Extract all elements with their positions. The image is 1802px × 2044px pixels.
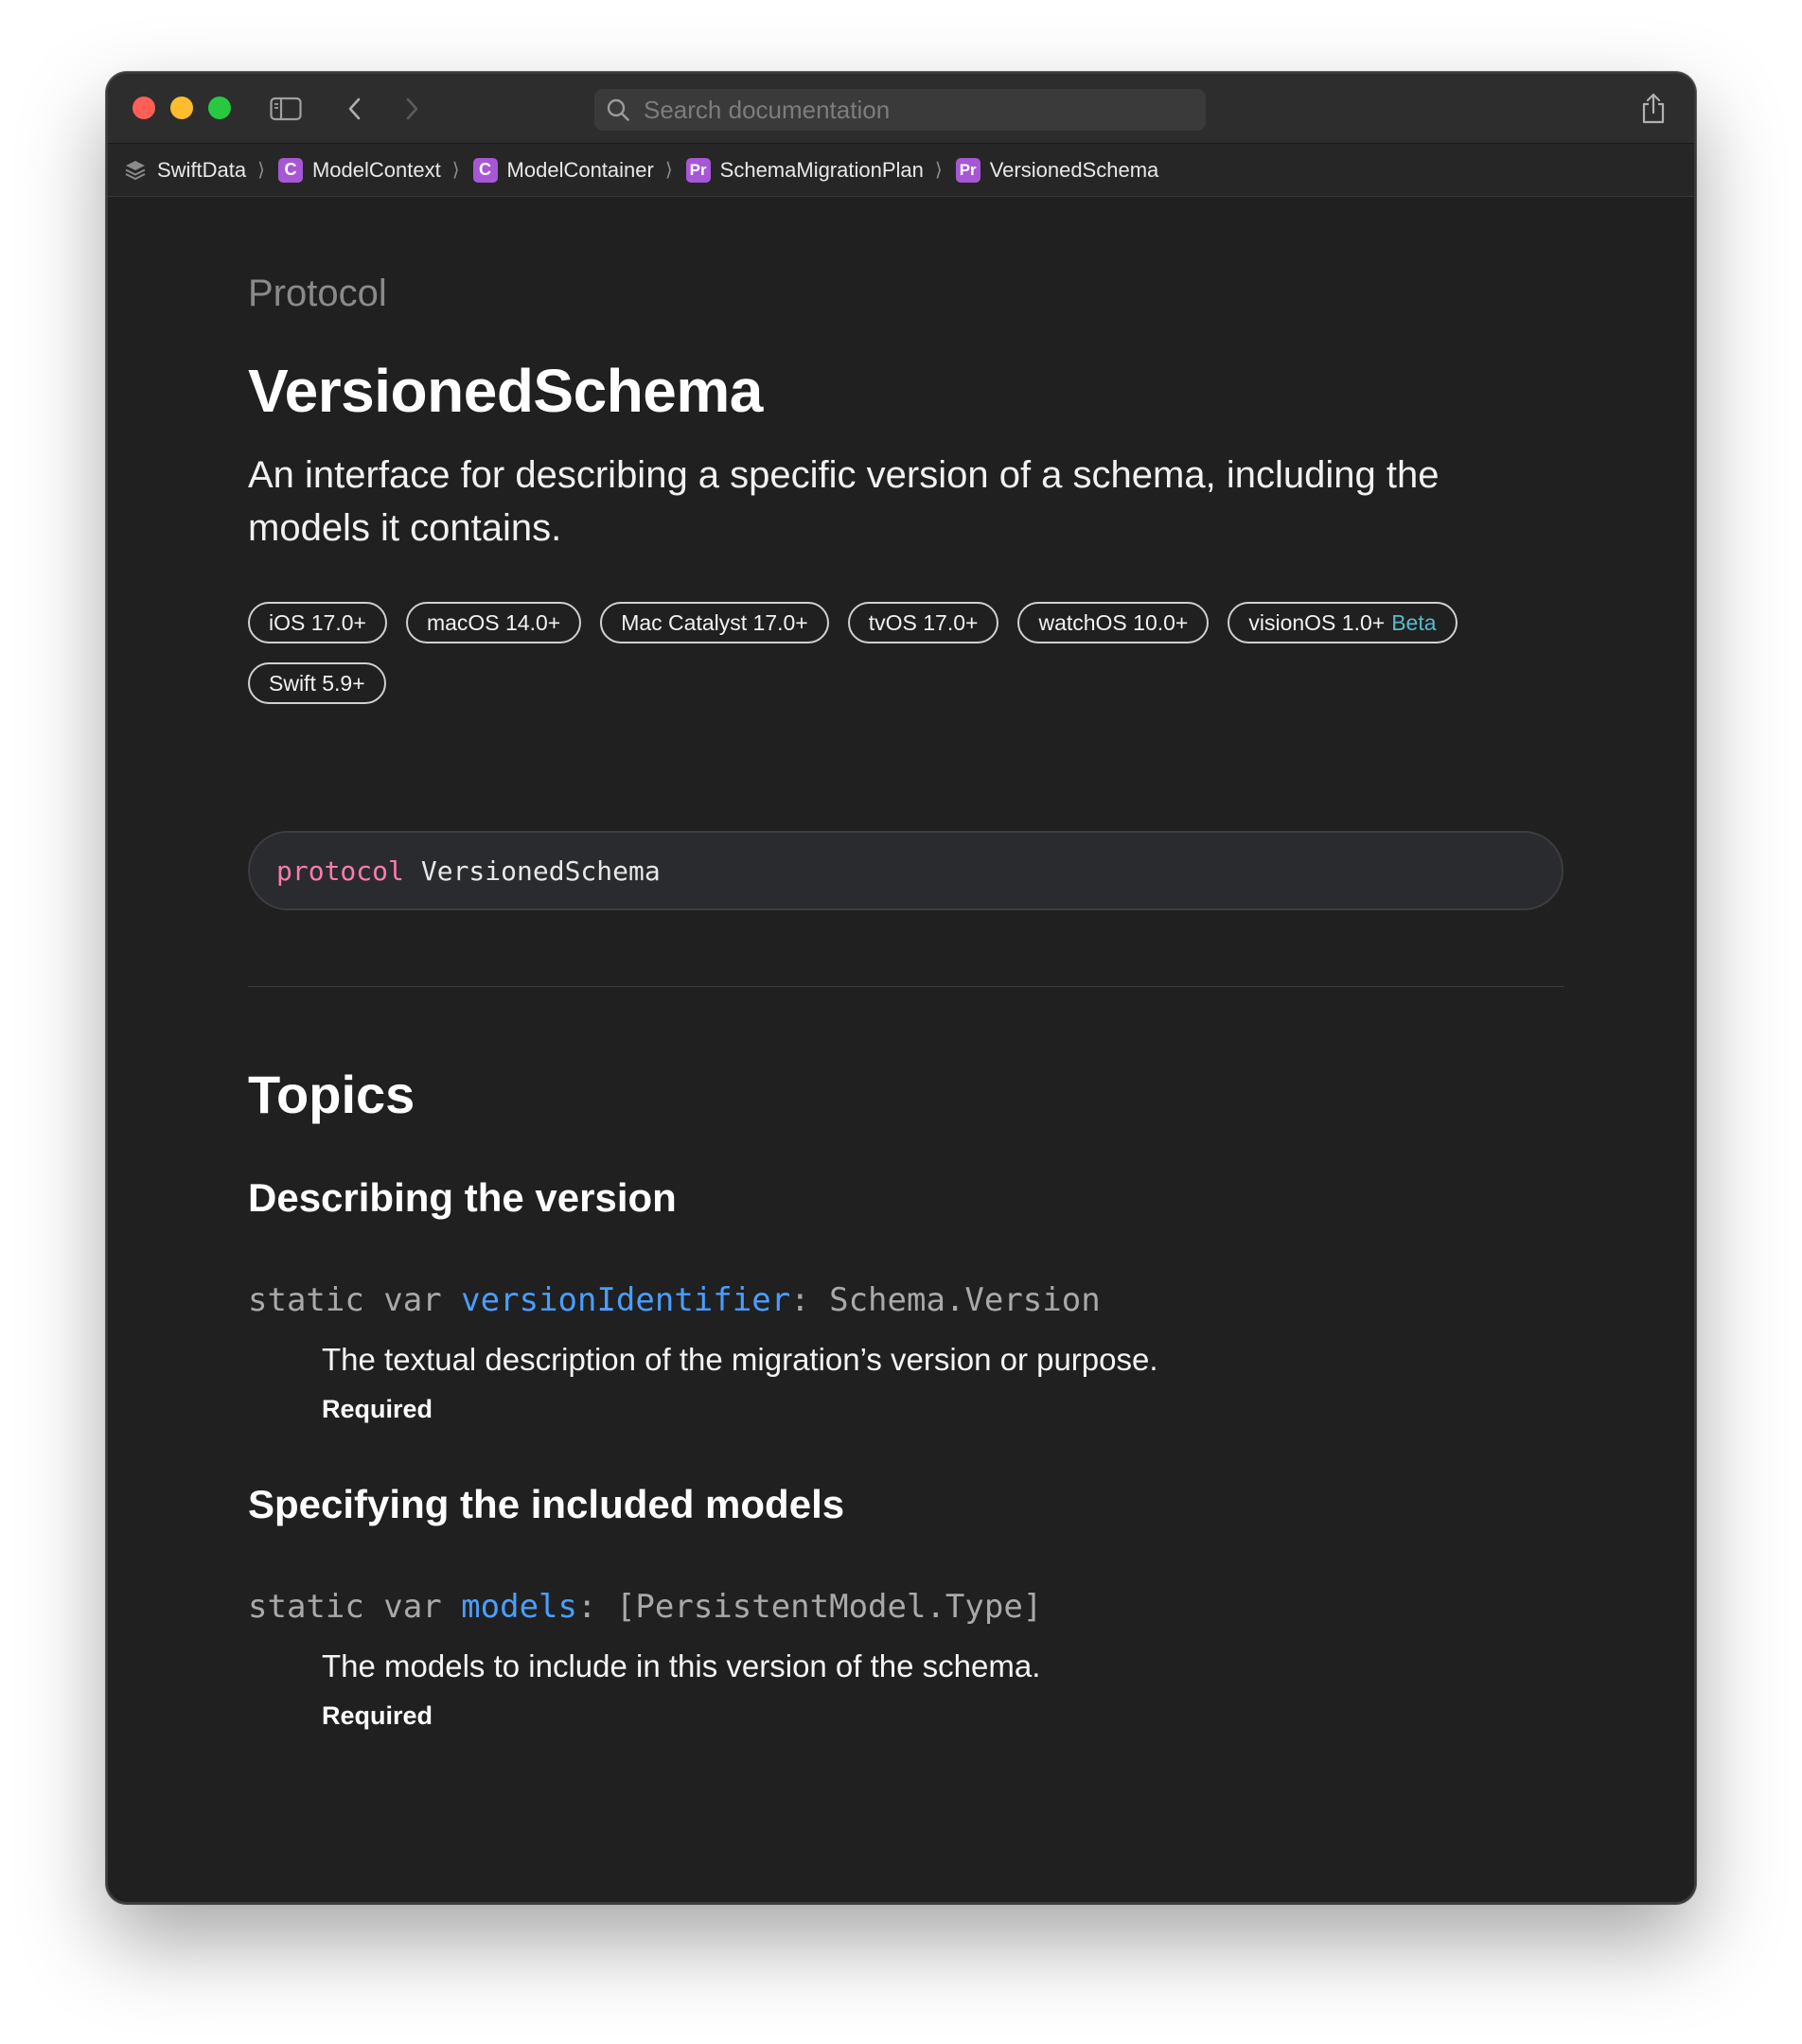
declaration-name: VersionedSchema — [420, 855, 661, 887]
search-placeholder: Search documentation — [644, 95, 891, 124]
declaration-keyword: protocol — [276, 855, 404, 887]
sidebar-icon — [270, 97, 302, 121]
abstract: An interface for describing a specific v… — [248, 454, 1440, 549]
class-badge-icon: C — [277, 157, 303, 183]
topic-symbol-models[interactable]: static var models: [PersistentModel.Type… — [248, 1588, 1042, 1626]
topic-group-heading: Specifying the included models — [248, 1482, 845, 1526]
topics-heading: Topics — [248, 1065, 415, 1124]
breadcrumb-separator: ⟩ — [934, 160, 943, 181]
forward-button[interactable] — [396, 91, 428, 127]
topic-group-heading: Describing the version — [248, 1175, 677, 1220]
declaration-code: protocol VersionedSchema — [248, 831, 1564, 910]
close-window-button[interactable] — [132, 97, 155, 119]
search-icon — [607, 98, 629, 121]
symbol-link: models — [461, 1588, 577, 1626]
share-icon — [1642, 93, 1665, 124]
framework-stack-icon — [125, 160, 146, 180]
breadcrumb-label: SchemaMigrationPlan — [719, 157, 924, 182]
availability-badge-macos: macOS 14.0+ — [405, 602, 582, 643]
class-badge-icon: C — [472, 157, 498, 183]
availability-badge-tvos: tvOS 17.0+ — [847, 602, 999, 643]
sidebar-toggle-button[interactable] — [267, 91, 305, 127]
chevron-right-icon — [406, 97, 418, 120]
back-button[interactable] — [339, 91, 371, 127]
breadcrumb-separator: ⟩ — [664, 160, 673, 181]
availability-badge-visionos: visionOS 1.0+ Beta — [1228, 602, 1458, 643]
zoom-window-button[interactable] — [208, 97, 231, 119]
share-button[interactable] — [1637, 91, 1670, 127]
availability-badge-ios: iOS 17.0+ — [248, 602, 387, 643]
protocol-badge-icon: Pr — [685, 157, 711, 183]
availability-badge-watchos: watchOS 10.0+ — [1017, 602, 1210, 643]
section-divider — [248, 986, 1564, 987]
required-label: Required — [322, 1701, 433, 1730]
breadcrumb-item-modelcontainer[interactable]: C ModelContainer — [472, 157, 654, 183]
availability-list: iOS 17.0+ macOS 14.0+ Mac Catalyst 17.0+… — [248, 602, 1564, 704]
breadcrumb-item-modelcontext[interactable]: C ModelContext — [277, 157, 441, 183]
topic-description: The textual description of the migration… — [322, 1342, 1158, 1377]
breadcrumb-item-schemamigrationplan[interactable]: Pr SchemaMigrationPlan — [685, 157, 924, 183]
required-label: Required — [322, 1395, 433, 1423]
breadcrumb-label: ModelContext — [311, 157, 441, 182]
documentation-window: Search documentation SwiftData ⟩ C Model… — [106, 72, 1696, 1904]
search-field[interactable]: Search documentation — [594, 89, 1206, 131]
breadcrumb-item-versionedschema[interactable]: Pr VersionedSchema — [955, 157, 1159, 183]
symbol-link: versionIdentifier — [461, 1281, 791, 1319]
minimize-window-button[interactable] — [170, 97, 193, 119]
availability-badge-mac-catalyst: Mac Catalyst 17.0+ — [600, 602, 829, 643]
breadcrumb: SwiftData ⟩ C ModelContext ⟩ C ModelCont… — [108, 144, 1694, 197]
breadcrumb-label: SwiftData — [157, 157, 247, 182]
topic-description: The models to include in this version of… — [322, 1648, 1041, 1683]
breadcrumb-label: ModelContainer — [506, 157, 654, 182]
availability-badge-swift: Swift 5.9+ — [248, 662, 386, 704]
title-bar: Search documentation — [108, 74, 1694, 144]
page-title: VersionedSchema — [248, 357, 763, 425]
breadcrumb-separator: ⟩ — [257, 160, 265, 181]
chevron-left-icon — [348, 97, 361, 120]
symbol-kind: Protocol — [248, 273, 387, 314]
breadcrumb-item-swiftdata[interactable]: SwiftData — [123, 158, 246, 183]
breadcrumb-label: VersionedSchema — [989, 157, 1159, 182]
topic-symbol-version-identifier[interactable]: static var versionIdentifier: Schema.Ver… — [248, 1281, 1101, 1319]
protocol-badge-icon: Pr — [955, 157, 980, 183]
breadcrumb-separator: ⟩ — [451, 160, 460, 181]
beta-label: Beta — [1391, 609, 1437, 635]
